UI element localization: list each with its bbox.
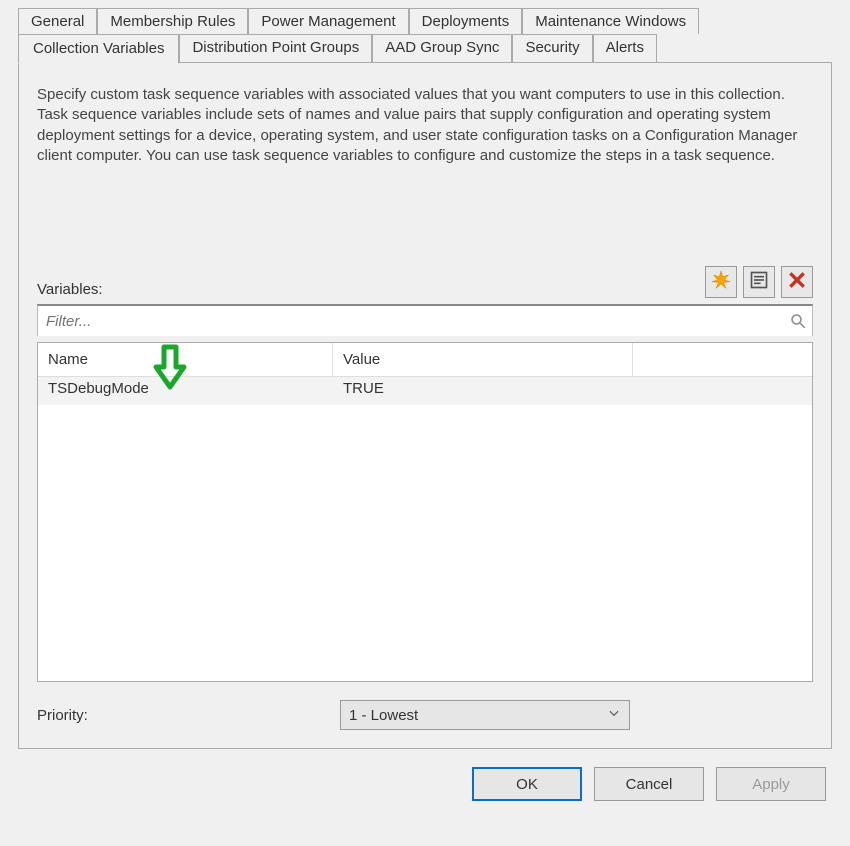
variable-toolbar — [705, 266, 813, 298]
column-header-name[interactable]: Name — [38, 343, 333, 376]
properties-button[interactable] — [743, 266, 775, 298]
tab-alerts[interactable]: Alerts — [593, 34, 657, 63]
column-header-value[interactable]: Value — [333, 343, 633, 376]
priority-dropdown[interactable]: 1 - Lowest — [340, 700, 630, 730]
tab-collection-variables[interactable]: Collection Variables — [18, 34, 179, 64]
cell-value: TRUE — [333, 377, 633, 405]
variables-list: Name Value TSDebugMode TRUE — [37, 342, 813, 682]
properties-icon — [749, 270, 769, 294]
list-header: Name Value — [38, 343, 812, 377]
cell-name: TSDebugMode — [38, 377, 333, 405]
tab-membership-rules[interactable]: Membership Rules — [97, 8, 248, 34]
priority-label: Priority: — [37, 707, 332, 724]
tab-strip: General Membership Rules Power Managemen… — [18, 8, 832, 749]
table-row[interactable]: TSDebugMode TRUE — [38, 377, 812, 405]
priority-value: 1 - Lowest — [349, 707, 418, 724]
ok-button[interactable]: OK — [472, 767, 582, 801]
variables-header: Variables: — [37, 266, 813, 298]
tab-aad-group-sync[interactable]: AAD Group Sync — [372, 34, 512, 63]
delete-x-icon — [787, 270, 807, 294]
new-variable-button[interactable] — [705, 266, 737, 298]
apply-button[interactable]: Apply — [716, 767, 826, 801]
search-icon[interactable] — [784, 312, 812, 330]
cancel-button[interactable]: Cancel — [594, 767, 704, 801]
tab-power-management[interactable]: Power Management — [248, 8, 408, 34]
chevron-down-icon — [607, 706, 621, 724]
tab-distribution-point-groups[interactable]: Distribution Point Groups — [179, 34, 372, 63]
priority-row: Priority: 1 - Lowest — [37, 700, 813, 730]
tab-row-1: General Membership Rules Power Managemen… — [18, 8, 832, 34]
tab-row-2: Collection Variables Distribution Point … — [18, 34, 832, 63]
tab-deployments[interactable]: Deployments — [409, 8, 523, 34]
collection-properties-dialog: General Membership Rules Power Managemen… — [0, 0, 850, 846]
tab-general[interactable]: General — [18, 8, 97, 34]
description-text: Specify custom task sequence variables w… — [37, 85, 813, 166]
filter-bar — [37, 304, 813, 336]
new-starburst-icon — [711, 270, 731, 294]
delete-variable-button[interactable] — [781, 266, 813, 298]
filter-input[interactable] — [38, 309, 784, 334]
variables-label: Variables: — [37, 281, 103, 298]
tab-panel: Specify custom task sequence variables w… — [18, 62, 832, 749]
dialog-buttons: OK Cancel Apply — [18, 767, 832, 801]
tab-maintenance-windows[interactable]: Maintenance Windows — [522, 8, 699, 34]
tab-security[interactable]: Security — [512, 34, 592, 63]
